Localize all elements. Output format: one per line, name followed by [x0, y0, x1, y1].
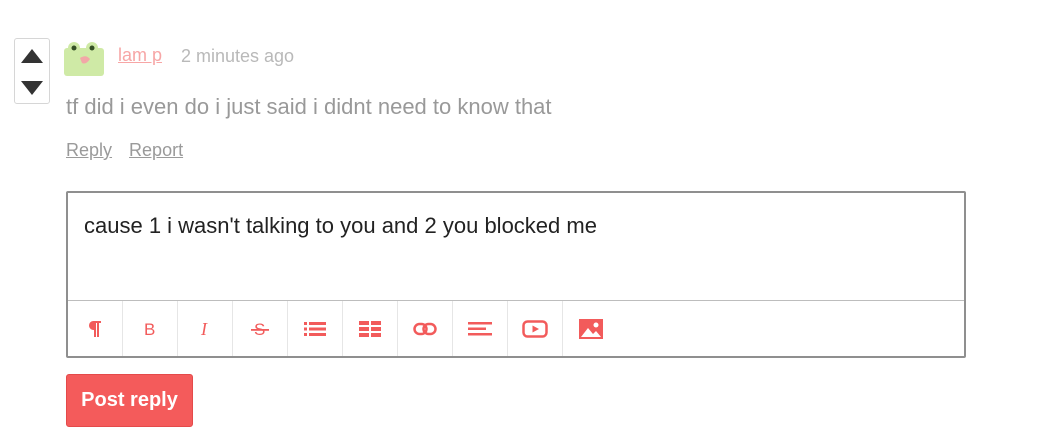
link-icon: [413, 322, 437, 335]
bullet-list-icon: [304, 321, 326, 336]
upvote-button[interactable]: [15, 41, 49, 71]
reply-editor: cause 1 i wasn't talking to you and 2 yo…: [66, 191, 966, 358]
comment-actions: Reply Report: [66, 140, 195, 161]
triangle-up-icon: [21, 49, 43, 63]
svg-text:I: I: [200, 320, 208, 338]
downvote-button[interactable]: [15, 73, 49, 103]
vote-controls: [14, 38, 50, 104]
paragraph-button[interactable]: [68, 301, 123, 356]
report-link[interactable]: Report: [129, 140, 183, 160]
comment-timestamp: 2 minutes ago: [181, 46, 295, 66]
italic-icon: I: [200, 320, 208, 338]
bullet-list-button[interactable]: [288, 301, 343, 356]
triangle-down-icon: [21, 81, 43, 95]
paragraph-icon: [88, 320, 101, 337]
table-icon: [359, 320, 381, 337]
strikethrough-icon: S: [251, 320, 269, 338]
avatar[interactable]: [64, 40, 104, 76]
link-button[interactable]: [398, 301, 453, 356]
reply-textarea[interactable]: cause 1 i wasn't talking to you and 2 yo…: [84, 213, 948, 293]
image-icon: [578, 318, 603, 339]
table-button[interactable]: [343, 301, 398, 356]
frog-avatar-icon: [64, 42, 104, 76]
youtube-icon: [522, 319, 548, 338]
align-left-button[interactable]: [453, 301, 508, 356]
youtube-button[interactable]: [508, 301, 563, 356]
post-reply-button[interactable]: Post reply: [66, 374, 193, 427]
align-left-icon: [468, 321, 492, 335]
editor-toolbar: B I S: [68, 300, 964, 356]
reply-link[interactable]: Reply: [66, 140, 112, 160]
bold-button[interactable]: B: [123, 301, 178, 356]
image-button[interactable]: [563, 301, 618, 356]
italic-button[interactable]: I: [178, 301, 233, 356]
comment-author-link[interactable]: lam p: [118, 45, 162, 66]
comment-text: tf did i even do i just said i didnt nee…: [66, 94, 552, 119]
strikethrough-button[interactable]: S: [233, 301, 288, 356]
bold-icon: B: [144, 320, 155, 338]
svg-text:B: B: [144, 320, 155, 338]
